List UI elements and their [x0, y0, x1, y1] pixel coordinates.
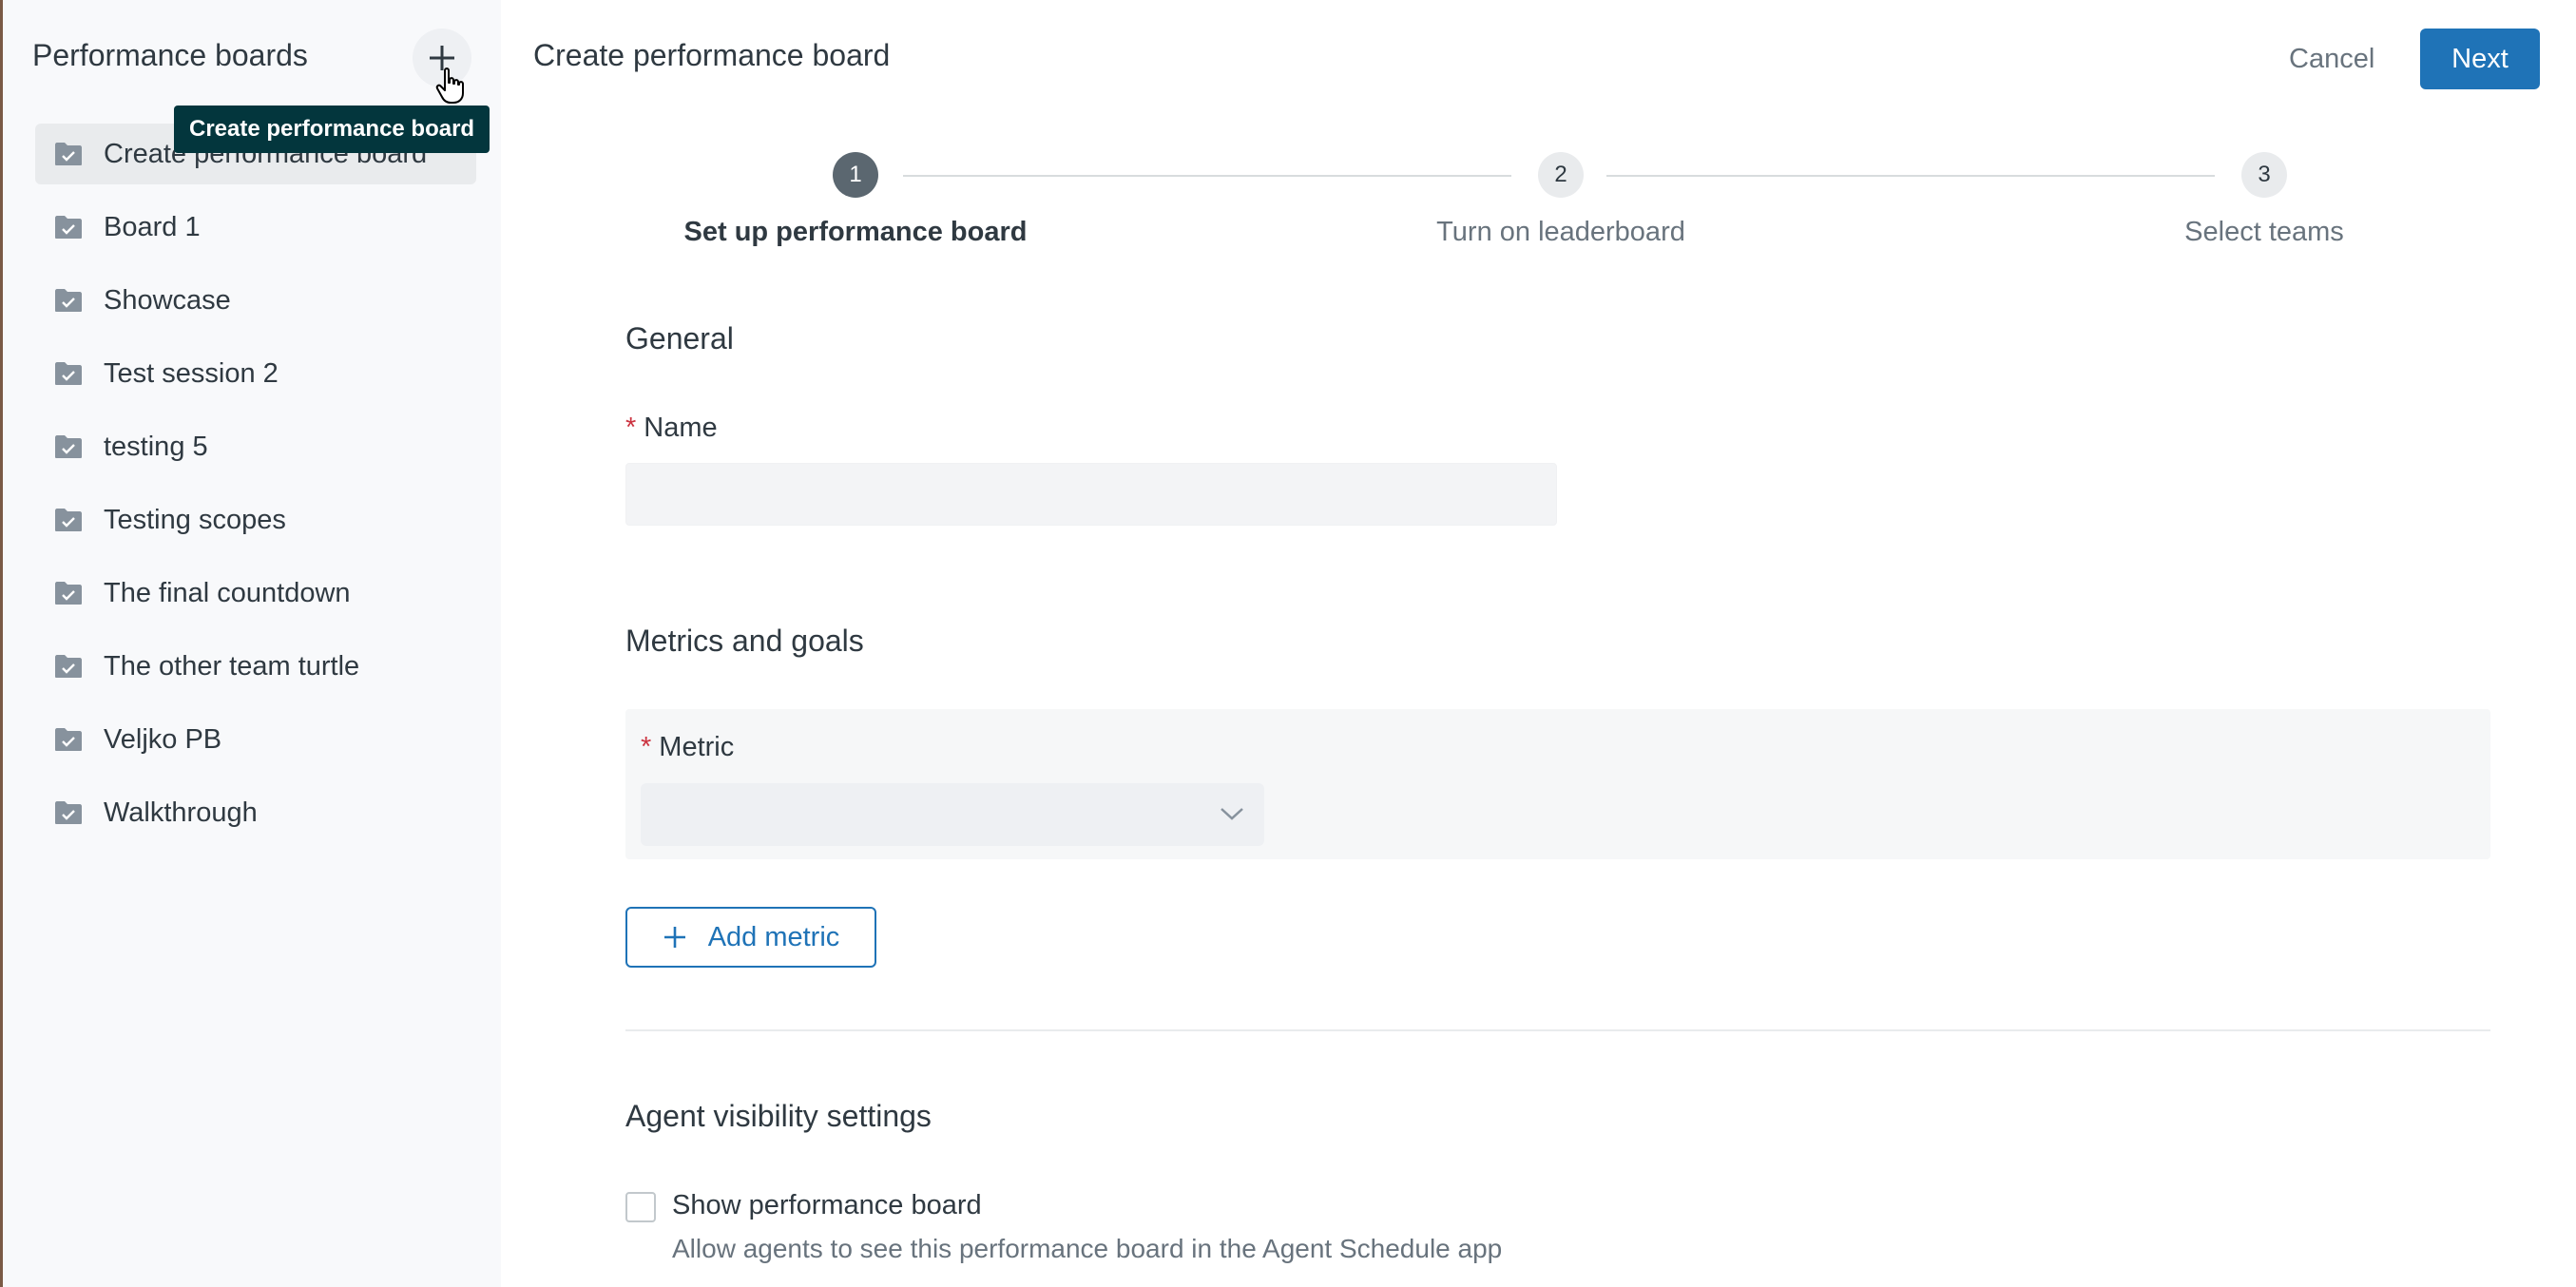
step-2-indicator: 2 [1538, 152, 1584, 198]
board-item-label: Showcase [104, 284, 231, 316]
step-connector [903, 175, 1511, 177]
folder-check-icon [55, 289, 82, 312]
step-1-indicator: 1 [833, 152, 878, 198]
board-item-label: Walkthrough [104, 797, 258, 828]
sidebar-title: Performance boards [32, 38, 308, 72]
folder-check-icon [55, 216, 82, 239]
general-section-title: General [625, 321, 734, 355]
metric-panel: * Metric [625, 709, 2490, 859]
board-item-testing-5[interactable]: testing 5 [35, 416, 476, 477]
board-item-test-session-2[interactable]: Test session 2 [35, 343, 476, 404]
folder-check-icon [55, 728, 82, 751]
step-3-indicator: 3 [2241, 152, 2287, 198]
plus-icon [663, 927, 685, 948]
folder-check-icon [55, 801, 82, 824]
board-item-label: Board 1 [104, 211, 201, 242]
add-board-tooltip: Create performance board [174, 106, 490, 153]
board-item-the-other-team-turtle[interactable]: The other team turtle [35, 636, 476, 697]
step-connector [1606, 175, 2215, 177]
cancel-button[interactable]: Cancel [2268, 29, 2395, 89]
folder-check-icon [55, 362, 82, 385]
board-item-label: The other team turtle [104, 650, 360, 682]
metric-label-text: Metric [659, 732, 735, 762]
show-board-hint: Allow agents to see this performance boa… [672, 1234, 1503, 1263]
show-board-checkbox[interactable] [625, 1192, 656, 1222]
board-item-walkthrough[interactable]: Walkthrough [35, 782, 476, 843]
metrics-section-title: Metrics and goals [625, 624, 864, 658]
board-item-label: Test session 2 [104, 357, 279, 389]
page-title: Create performance board [533, 38, 891, 72]
next-button[interactable]: Next [2420, 29, 2540, 89]
folder-check-icon [55, 582, 82, 605]
name-field-label: * Name [625, 413, 718, 444]
board-list: Create performance board Board 1 Showcas… [35, 124, 476, 855]
metric-select[interactable] [641, 783, 1264, 846]
sidebar: Performance boards Create performance bo… [0, 0, 501, 1287]
board-item-label: testing 5 [104, 431, 208, 462]
required-marker: * [641, 732, 652, 762]
step-3-label: Select teams [2184, 217, 2344, 247]
step-2-label: Turn on leaderboard [1436, 217, 1685, 247]
board-item-label: Testing scopes [104, 504, 286, 535]
step-1-label: Set up performance board [683, 217, 1028, 247]
folder-check-icon [55, 655, 82, 678]
metric-field-label: * Metric [641, 732, 734, 763]
name-input[interactable] [625, 463, 1557, 526]
visibility-section-title: Agent visibility settings [625, 1099, 932, 1133]
board-item-label: The final countdown [104, 577, 351, 608]
board-item-veljko-pb[interactable]: Veljko PB [35, 709, 476, 770]
section-divider [625, 1029, 2490, 1031]
board-item-showcase[interactable]: Showcase [35, 270, 476, 331]
folder-check-icon [55, 509, 82, 531]
hand-pointer-icon [435, 67, 464, 104]
folder-check-icon [55, 435, 82, 458]
board-item-the-final-countdown[interactable]: The final countdown [35, 563, 476, 624]
board-item-testing-scopes[interactable]: Testing scopes [35, 490, 476, 550]
board-item-label: Veljko PB [104, 723, 222, 755]
add-metric-label: Add metric [707, 921, 840, 952]
required-marker: * [625, 413, 637, 443]
name-label-text: Name [644, 413, 718, 443]
chevron-down-icon [1221, 808, 1243, 820]
board-item-board-1[interactable]: Board 1 [35, 197, 476, 258]
add-metric-button[interactable]: Add metric [625, 907, 876, 968]
show-board-checkbox-label[interactable]: Show performance board [672, 1190, 982, 1221]
folder-check-icon [55, 143, 82, 165]
